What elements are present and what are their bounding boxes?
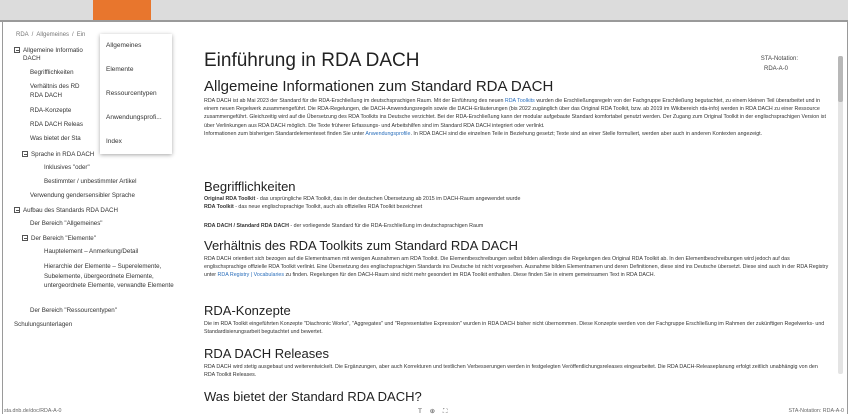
tree-item-schulungsunterlagen[interactable]: Schulungsunterlagen: [14, 321, 72, 329]
dropdown-item-index[interactable]: Index: [106, 138, 122, 145]
section-dropdown-menu: Allgemeines Elemente Ressourcentypen Anw…: [100, 34, 172, 154]
section-paragraph: RDA DACH wird stetig ausgebaut und weite…: [204, 364, 818, 379]
tree-item-rda-konzepte[interactable]: RDA-Konzepte: [30, 107, 71, 115]
section-heading-verhaeltnis: Verhältnis des RDA Toolkits zum Standard…: [204, 238, 519, 253]
tree-item-label: Verwendung gendersensibler Sprache: [30, 192, 135, 199]
breadcrumb-allgemeines[interactable]: Allgemeines: [36, 32, 69, 38]
tree-item-ressourcentypen[interactable]: Der Bereich "Ressourcentypen": [30, 307, 117, 315]
section-paragraph: Original RDA Toolkit - das ursprüngliche…: [204, 195, 829, 211]
tree-item-label: Der Bereich "Elemente": [31, 235, 96, 242]
tree-item-label: Allgemeine Informatio: [23, 47, 83, 54]
breadcrumb: RDA / Allgemeines / Ein: [16, 32, 86, 38]
tree-item-verhaeltnis[interactable]: Verhältnis des RD: [30, 83, 80, 91]
tree-item-was-bietet[interactable]: Was bietet der Sta: [30, 135, 81, 143]
status-url: sta.dnb.de/doc/RDA-A-0: [4, 408, 62, 414]
text-run: - der vorliegende Standard für die RDA-E…: [288, 223, 484, 229]
breadcrumb-home[interactable]: RDA: [16, 32, 29, 38]
top-bar: [0, 0, 848, 22]
tree-item-label: Der Bereich "Ressourcentypen": [30, 307, 117, 314]
term-bold: Original RDA Toolkit: [204, 196, 256, 202]
tree-item-hauptelement[interactable]: Hauptelement – Anmerkung/Detail: [44, 248, 138, 256]
text-run: Informationen zum bisherigen Standardele…: [204, 130, 366, 137]
section-paragraph: RDA DACH ist ab Mai 2023 der Standard fü…: [204, 97, 829, 138]
section-heading-begrifflichkeiten: Begrifflichkeiten: [204, 179, 296, 194]
section-paragraph: Die im RDA Toolkit eingeführten Konzepte…: [204, 321, 825, 336]
term-bold: RDA DACH / Standard RDA DACH: [204, 223, 289, 229]
collapse-toggle-icon[interactable]: [14, 206, 20, 213]
text-run: - das neue englischsprachige Toolkit, au…: [233, 204, 423, 211]
link-rda-registry[interactable]: RDA Registry | Vocabularies: [218, 272, 284, 278]
text-run: zu finden. Regelungen für den DACH-Raum …: [284, 272, 656, 279]
dropdown-item-ressourcentypen[interactable]: Ressourcentypen: [106, 90, 157, 97]
tree-item-allgemeine-informationen[interactable]: Allgemeine Informatio: [14, 46, 83, 55]
tree-item-label: DACH: [23, 55, 41, 62]
active-tab-indicator[interactable]: [93, 0, 151, 20]
section-paragraph: RDA DACH orientiert sich bezogen auf die…: [204, 255, 829, 280]
status-icons[interactable]: T ⊕ ⛶: [418, 407, 450, 416]
sta-notation-label: STA-Notation:: [760, 56, 798, 62]
tree-item-label: Der Bereich "Allgemeines": [30, 220, 103, 227]
text-run: . In RDA DACH sind die einzelnen Teile i…: [410, 130, 763, 137]
dropdown-item-anwendungsprofile[interactable]: Anwendungsprofi...: [106, 114, 162, 121]
tree-item-label: RDA DACH: [30, 92, 62, 99]
tree-item-label: Was bietet der Sta: [30, 135, 81, 142]
tree-item-releases[interactable]: RDA DACH Releas: [30, 121, 83, 129]
tree-item-label: Hierarchie der Elemente – Superelemente,…: [44, 263, 174, 290]
text-run: RDA DACH ist ab Mai 2023 der Standard fü…: [204, 98, 505, 104]
tree-item-label: Hauptelement – Anmerkung/Detail: [44, 248, 139, 255]
collapse-toggle-icon[interactable]: [22, 234, 28, 241]
text-run: - das ursprüngliche RDA Toolkit, das in …: [255, 196, 521, 202]
tree-item-label: Sprache in RDA DACH: [31, 151, 95, 158]
tree-item-label: Verhältnis des RD: [30, 83, 80, 90]
page-title: Einführung in RDA DACH: [204, 50, 420, 71]
section-heading-rda-konzepte: RDA-Konzepte: [204, 303, 291, 318]
tree-item-bereich-allgemeines[interactable]: Der Bereich "Allgemeines": [30, 220, 103, 228]
tree-item-allgemeine-informationen-cont[interactable]: DACH: [23, 55, 41, 63]
section-heading-releases: RDA DACH Releases: [204, 346, 329, 361]
tree-item-sprache[interactable]: Sprache in RDA DACH: [22, 150, 94, 159]
tree-item-label: Inklusives "oder": [44, 164, 90, 171]
collapse-toggle-icon[interactable]: [22, 150, 28, 157]
dropdown-item-elemente[interactable]: Elemente: [106, 66, 133, 73]
tree-item-label: Aufbau des Standards RDA DACH: [23, 207, 118, 214]
tree-item-inklusives-oder[interactable]: Inklusives "oder": [44, 164, 90, 172]
tree-item-verhaeltnis-cont[interactable]: RDA DACH: [30, 92, 62, 100]
tree-item-aufbau[interactable]: Aufbau des Standards RDA DACH: [14, 206, 118, 215]
vertical-scrollbar[interactable]: [838, 56, 843, 374]
tree-item-gendersensibel[interactable]: Verwendung gendersensibler Sprache: [30, 192, 135, 200]
tree-item-artikel[interactable]: Bestimmter / unbestimmter Artikel: [44, 178, 137, 186]
tree-item-label: RDA DACH Releas: [30, 121, 83, 128]
tree-item-bereich-elemente[interactable]: Der Bereich "Elemente": [22, 234, 96, 243]
term-bold: RDA Toolkit: [204, 204, 234, 211]
dropdown-item-allgemeines[interactable]: Allgemeines: [106, 42, 141, 49]
collapse-toggle-icon[interactable]: [14, 46, 20, 53]
link-anwendungsprofile[interactable]: Anwendungsprofile: [365, 131, 410, 137]
sta-notation-value: RDA-A-0: [763, 66, 788, 72]
tree-item-hierarchie[interactable]: Hierarchie der Elemente – Superelemente,…: [44, 262, 189, 291]
tree-item-begrifflichkeiten[interactable]: Begrifflichkeiten: [30, 69, 74, 77]
tree-item-label: Bestimmter / unbestimmter Artikel: [44, 178, 137, 185]
status-notation: STA-Notation: RDA-A-0: [788, 408, 844, 414]
section-heading-allgemeine-informationen: Allgemeine Informationen zum Standard RD…: [204, 78, 554, 95]
main-content: Einführung in RDA DACH STA-Notation: RDA…: [204, 44, 834, 404]
scrollbar-thumb[interactable]: [838, 56, 843, 102]
section-paragraph: RDA DACH / Standard RDA DACH - der vorli…: [204, 222, 829, 230]
tree-item-label: Schulungsunterlagen: [14, 321, 73, 328]
tree-item-label: Begrifflichkeiten: [30, 69, 74, 76]
tree-item-label: RDA-Konzepte: [30, 107, 72, 114]
link-rda-toolkits[interactable]: RDA Toolkits: [505, 98, 535, 104]
breadcrumb-current[interactable]: Ein: [77, 32, 86, 38]
section-heading-was-bietet: Was bietet der Standard RDA DACH?: [204, 389, 422, 404]
status-bar: sta.dnb.de/doc/RDA-A-0 T ⊕ ⛶ STA-Notatio…: [0, 406, 848, 416]
